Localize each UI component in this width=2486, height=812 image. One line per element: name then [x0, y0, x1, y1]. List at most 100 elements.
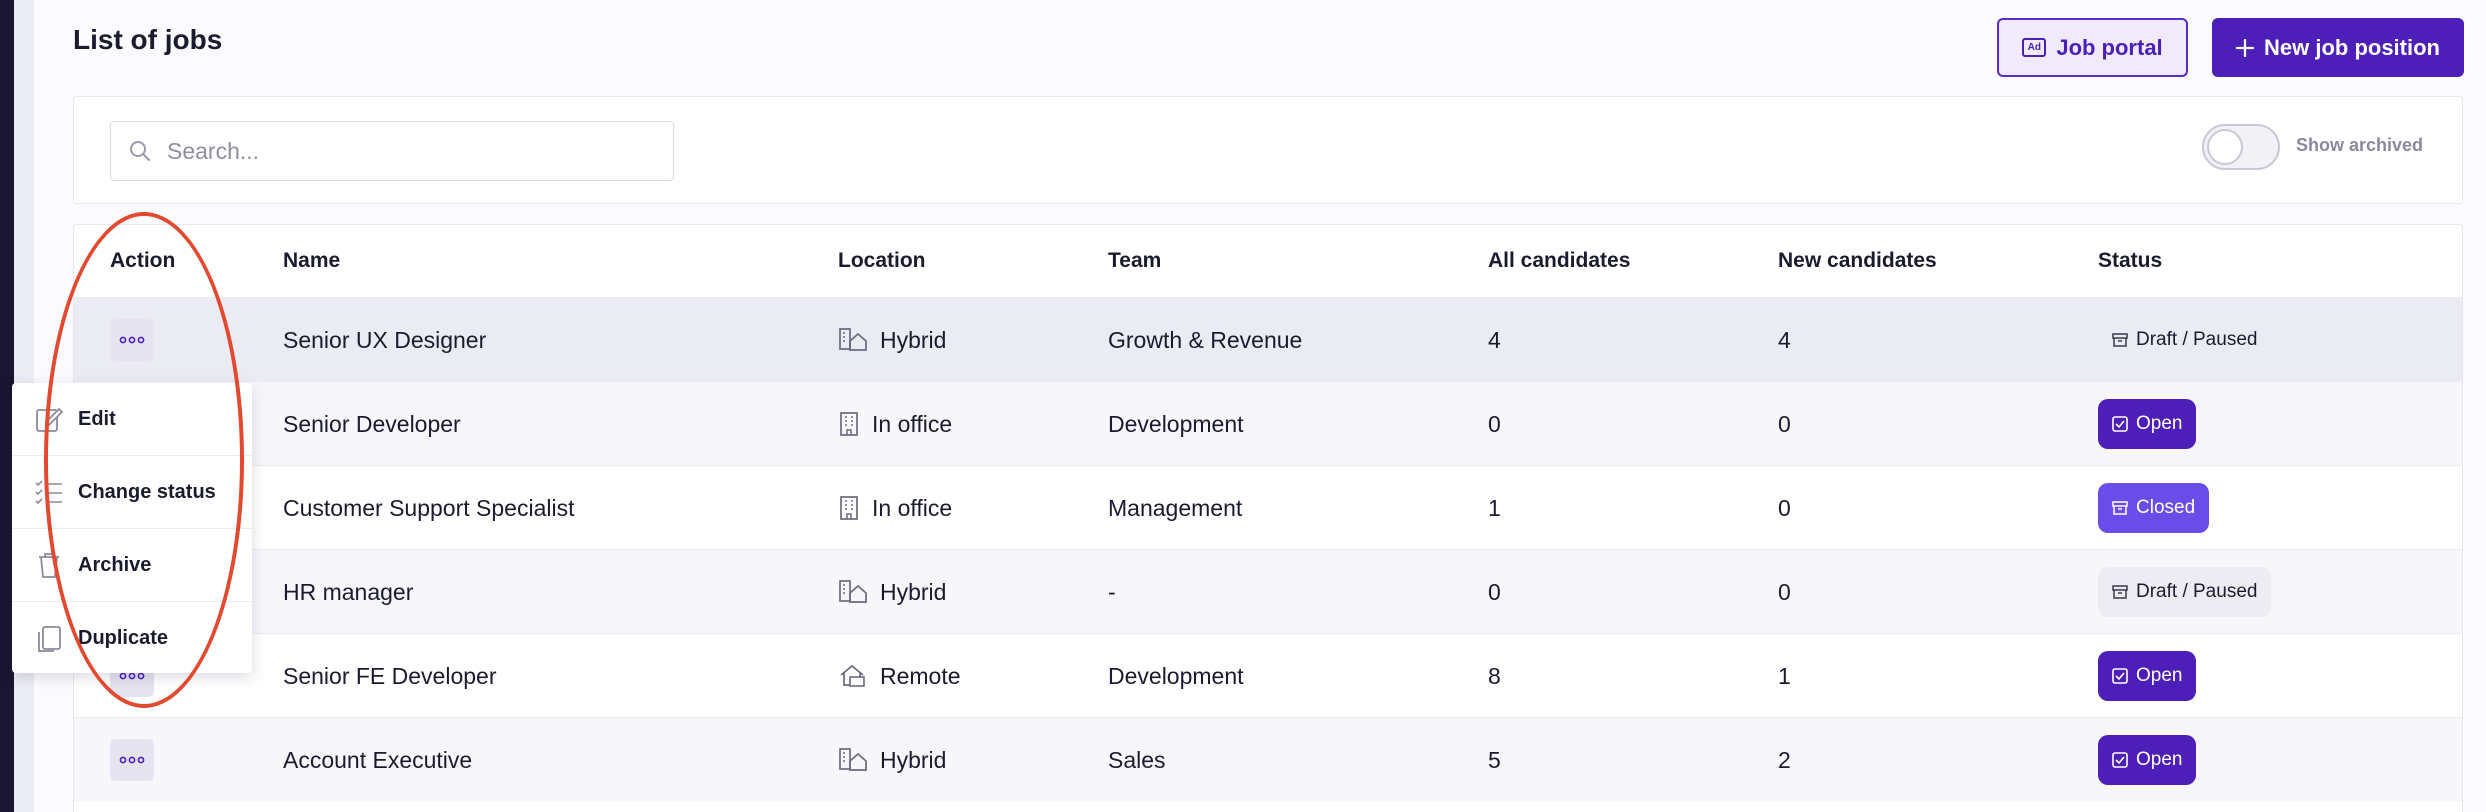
column-header-location[interactable]: Location	[838, 249, 926, 273]
checkbox-icon	[2112, 416, 2128, 432]
column-header-all-candidates[interactable]: All candidates	[1488, 249, 1630, 273]
action-menu: Edit Change status Archive Duplicate	[12, 383, 252, 673]
page-title: List of jobs	[73, 24, 223, 55]
job-portal-label: Job portal	[2056, 34, 2163, 60]
search-box[interactable]	[110, 121, 674, 181]
job-status-cell: Closed	[2098, 466, 2210, 550]
table-row[interactable]: Senior UX Designer Hybrid Growth & Reven…	[74, 297, 2462, 381]
job-location: In office	[838, 382, 952, 466]
job-location: Hybrid	[838, 298, 946, 382]
table-header: Action Name Location Team All candidates…	[74, 225, 2462, 297]
job-new-candidates: 0	[1778, 578, 1791, 605]
menu-item-archive[interactable]: Archive	[12, 529, 252, 602]
job-all-candidates: 0	[1488, 410, 1501, 437]
menu-item-label: Duplicate	[78, 627, 169, 649]
job-new-candidates: 0	[1778, 494, 1791, 521]
job-name[interactable]: Senior Developer	[283, 382, 461, 466]
job-all-candidates: 8	[1488, 662, 1501, 689]
job-team: Sales	[1108, 746, 1166, 773]
job-location: In office	[838, 466, 952, 550]
row-action-cell	[110, 718, 154, 802]
job-new-candidates: 4	[1778, 326, 1791, 353]
job-name[interactable]: Customer Support Specialist	[283, 466, 574, 550]
status-badge[interactable]: Draft / Paused	[2098, 315, 2271, 365]
menu-item-label: Edit	[78, 407, 116, 430]
job-new-candidates: 1	[1778, 662, 1791, 689]
show-archived-label: Show archived	[2296, 135, 2424, 155]
table-row[interactable]: Senior FE Developer Remote Development 8…	[74, 633, 2462, 717]
job-portal-button[interactable]: Ad Job portal	[1997, 18, 2188, 77]
column-header-status[interactable]: Status	[2098, 249, 2162, 273]
office-building-icon	[838, 495, 860, 521]
job-team: Growth & Revenue	[1108, 326, 1303, 353]
filter-bar: Show archived	[73, 96, 2463, 204]
job-new-candidates: 2	[1778, 746, 1791, 773]
trash-icon	[39, 553, 59, 578]
office-building-icon	[838, 411, 860, 437]
job-name[interactable]: Senior UX Designer	[283, 298, 486, 382]
checkbox-icon	[2112, 668, 2128, 684]
status-badge[interactable]: Draft / Paused	[2098, 567, 2272, 617]
column-header-team[interactable]: Team	[1108, 249, 1161, 273]
new-job-position-button[interactable]: New job position	[2212, 18, 2464, 77]
job-location: Remote	[838, 634, 961, 718]
job-name[interactable]: HR manager	[283, 550, 413, 634]
job-location: Hybrid	[838, 718, 946, 802]
hybrid-icon	[838, 327, 868, 353]
table-row[interactable]: Senior Developer In office Development 0…	[74, 381, 2462, 465]
job-status-cell: Draft / Paused	[2098, 298, 2271, 382]
new-job-label: New job position	[2264, 34, 2440, 60]
job-all-candidates: 5	[1488, 746, 1501, 773]
copy-icon	[38, 625, 61, 652]
plus-icon	[2236, 38, 2254, 57]
archive-box-icon	[2112, 585, 2128, 599]
more-dots-icon	[119, 756, 145, 764]
remote-home-icon	[838, 663, 868, 689]
status-badge[interactable]: Open	[2098, 651, 2197, 701]
job-all-candidates: 0	[1488, 578, 1501, 605]
job-status-cell: Open	[2098, 718, 2197, 802]
menu-item-edit[interactable]: Edit	[12, 383, 252, 456]
column-header-action: Action	[110, 249, 176, 272]
status-badge[interactable]: Closed	[2098, 483, 2210, 533]
menu-item-duplicate[interactable]: Duplicate	[12, 602, 252, 675]
menu-item-label: Change status	[78, 480, 216, 503]
row-actions-button[interactable]	[110, 319, 154, 361]
table-row[interactable]: HR manager Hybrid - 0 0 Draft / Paused	[74, 549, 2462, 633]
archive-box-icon	[2112, 501, 2128, 515]
column-header-new-candidates[interactable]: New candidates	[1778, 249, 1937, 273]
job-status-cell: Draft / Paused	[2098, 550, 2272, 634]
job-team: Development	[1108, 410, 1244, 437]
edit-icon	[36, 407, 64, 432]
row-action-cell	[110, 298, 154, 382]
job-name[interactable]: Account Executive	[283, 718, 472, 802]
job-all-candidates: 1	[1488, 494, 1501, 521]
checklist-icon	[35, 480, 62, 505]
menu-item-label: Archive	[78, 553, 152, 576]
table-row[interactable]: Customer Support Specialist In office Ma…	[74, 465, 2462, 549]
show-archived-toggle[interactable]	[2202, 124, 2280, 170]
job-team: Management	[1108, 494, 1243, 521]
job-name[interactable]: Senior FE Developer	[283, 634, 497, 718]
checkbox-icon	[2112, 752, 2128, 768]
search-input[interactable]	[167, 137, 647, 165]
search-icon	[130, 141, 150, 161]
job-all-candidates: 4	[1488, 326, 1501, 353]
job-location: Hybrid	[838, 550, 946, 634]
hybrid-icon	[838, 747, 868, 773]
toggle-knob	[2207, 129, 2243, 165]
job-team: Development	[1108, 662, 1244, 689]
job-status-cell: Open	[2098, 382, 2197, 466]
status-badge[interactable]: Open	[2098, 399, 2197, 449]
menu-item-change-status[interactable]: Change status	[12, 456, 252, 529]
jobs-table: Action Name Location Team All candidates…	[73, 224, 2463, 812]
job-new-candidates: 0	[1778, 410, 1791, 437]
column-header-name[interactable]: Name	[283, 249, 340, 273]
archive-box-icon	[2112, 333, 2128, 347]
status-badge[interactable]: Open	[2098, 735, 2197, 785]
job-status-cell: Open	[2098, 634, 2197, 718]
table-row[interactable]: Account Executive Hybrid Sales 5 2 Open	[74, 717, 2462, 801]
more-dots-icon	[119, 336, 145, 344]
row-actions-button[interactable]	[110, 739, 154, 781]
hybrid-icon	[838, 579, 868, 605]
